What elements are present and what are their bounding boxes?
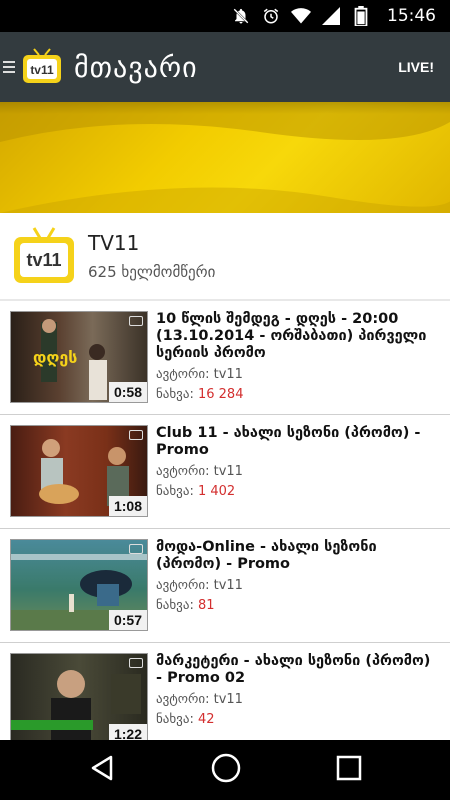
svg-text:tv11: tv11 bbox=[26, 250, 61, 270]
author-label: ავტორი: bbox=[156, 578, 210, 593]
page-title: მთავარი bbox=[74, 50, 198, 84]
thumbnail-caption: დღეს bbox=[33, 348, 78, 367]
video-thumbnail[interactable]: დღეს 0:58 bbox=[10, 311, 148, 403]
video-author-line: ავტორი: tv11 bbox=[156, 367, 440, 382]
banner-graphic bbox=[0, 102, 450, 213]
app-logo[interactable]: tv11 bbox=[20, 45, 64, 89]
views-label: ნახვა: bbox=[156, 712, 194, 727]
video-thumbnail[interactable]: 0:57 bbox=[10, 539, 148, 631]
home-icon[interactable] bbox=[210, 752, 242, 788]
views-label: ნახვა: bbox=[156, 484, 194, 499]
video-item[interactable]: დღეს 0:58 10 წლის შემდეგ - დღეს - 20:00 … bbox=[0, 301, 450, 415]
signal-icon bbox=[321, 6, 341, 26]
live-button[interactable]: LIVE! bbox=[398, 59, 434, 75]
back-icon[interactable] bbox=[87, 753, 117, 787]
views-count: 81 bbox=[197, 598, 215, 613]
video-title[interactable]: მარკეტერი - ახალი სეზონი (პრომო) - Promo… bbox=[156, 653, 440, 687]
channel-watermark bbox=[129, 658, 143, 668]
video-author-line: ავტორი: tv11 bbox=[156, 578, 440, 593]
video-duration: 1:22 bbox=[108, 724, 147, 740]
video-item[interactable]: 1:22 მარკეტერი - ახალი სეზონი (პრომო) - … bbox=[0, 643, 450, 740]
author-name: tv11 bbox=[213, 464, 243, 479]
channel-watermark bbox=[129, 430, 143, 440]
views-count: 16 284 bbox=[197, 387, 244, 402]
notifications-off-icon bbox=[231, 6, 251, 26]
status-bar: 15:46 bbox=[0, 0, 450, 32]
video-title[interactable]: Club 11 - ახალი სეზონი (პრომო) - Promo bbox=[156, 425, 440, 459]
video-item[interactable]: 1:08 Club 11 - ახალი სეზონი (პრომო) - Pr… bbox=[0, 415, 450, 529]
views-count: 42 bbox=[197, 712, 215, 727]
channel-header[interactable]: tv11 TV11 625 ხელმომწერი bbox=[0, 213, 450, 299]
author-name: tv11 bbox=[213, 692, 243, 707]
video-thumbnail[interactable]: 1:08 bbox=[10, 425, 148, 517]
video-duration: 0:57 bbox=[108, 610, 147, 630]
views-label: ნახვა: bbox=[156, 387, 194, 402]
video-author-line: ავტორი: tv11 bbox=[156, 692, 440, 707]
channel-banner bbox=[0, 102, 450, 213]
menu-icon[interactable] bbox=[0, 32, 18, 102]
author-name: tv11 bbox=[213, 578, 243, 593]
subscriber-count: 625 ხელმომწერი bbox=[88, 263, 216, 281]
channel-watermark bbox=[129, 544, 143, 554]
author-label: ავტორი: bbox=[156, 692, 210, 707]
video-thumbnail[interactable]: 1:22 bbox=[10, 653, 148, 740]
wifi-icon bbox=[291, 6, 311, 26]
recents-icon[interactable] bbox=[335, 754, 363, 786]
video-views-line: ნახვა: 16 284 bbox=[156, 387, 440, 402]
video-author-line: ავტორი: tv11 bbox=[156, 464, 440, 479]
channel-watermark bbox=[129, 316, 143, 326]
navigation-bar bbox=[0, 740, 450, 800]
video-title[interactable]: 10 წლის შემდეგ - დღეს - 20:00 (13.10.201… bbox=[156, 311, 440, 362]
channel-logo: tv11 bbox=[12, 224, 76, 288]
author-name: tv11 bbox=[213, 367, 243, 382]
battery-icon bbox=[351, 6, 371, 26]
video-duration: 1:08 bbox=[108, 496, 147, 516]
video-views-line: ნახვა: 81 bbox=[156, 598, 440, 613]
alarm-icon bbox=[261, 6, 281, 26]
views-count: 1 402 bbox=[197, 484, 236, 499]
video-views-line: ნახვა: 42 bbox=[156, 712, 440, 727]
video-views-line: ნახვა: 1 402 bbox=[156, 484, 440, 499]
video-title[interactable]: მოდა-Online - ახალი სეზონი (პრომო) - Pro… bbox=[156, 539, 440, 573]
video-item[interactable]: 0:57 მოდა-Online - ახალი სეზონი (პრომო) … bbox=[0, 529, 450, 643]
author-label: ავტორი: bbox=[156, 367, 210, 382]
channel-name: TV11 bbox=[88, 231, 140, 255]
app-bar: tv11 მთავარი LIVE! bbox=[0, 32, 450, 102]
views-label: ნახვა: bbox=[156, 598, 194, 613]
svg-text:tv11: tv11 bbox=[30, 63, 54, 77]
clock-time: 15:46 bbox=[387, 6, 436, 26]
video-duration: 0:58 bbox=[108, 382, 147, 402]
video-list[interactable]: დღეს 0:58 10 წლის შემდეგ - დღეს - 20:00 … bbox=[0, 301, 450, 740]
author-label: ავტორი: bbox=[156, 464, 210, 479]
